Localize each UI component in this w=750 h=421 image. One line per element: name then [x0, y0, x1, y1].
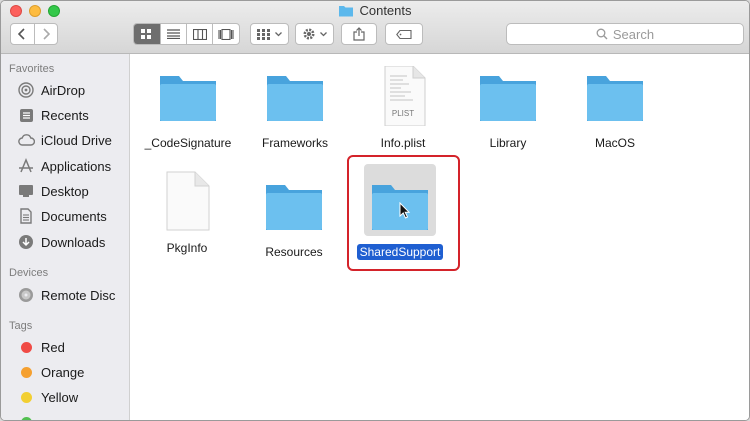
sidebar-item-label: Remote Disc: [41, 287, 116, 303]
sidebar-item-label: AirDrop: [41, 82, 86, 98]
devices-header: Devices: [9, 267, 49, 279]
navigation-buttons: [10, 23, 58, 45]
forward-button[interactable]: [35, 24, 57, 44]
sidebar-item-label: iCloud Drive: [41, 132, 112, 148]
sidebar-item-applications[interactable]: Applications: [17, 156, 111, 176]
cloud-icon: [17, 131, 35, 149]
sidebar-item-label: Desktop: [41, 183, 89, 199]
back-button[interactable]: [11, 24, 35, 44]
finder-window: Contents Search Favorites AirDrop Recent…: [0, 0, 750, 421]
window-title: Contents: [1, 3, 749, 20]
chevron-down-icon: [320, 31, 327, 36]
sidebar-item-label: Orange: [41, 364, 85, 380]
file-name: Resources: [265, 245, 323, 259]
sidebar-item-tag-yellow[interactable]: Yellow: [17, 387, 78, 407]
orange-tag-dot-icon: [21, 366, 32, 378]
tag-icon: [396, 29, 412, 39]
folder-icon: [160, 76, 216, 121]
sidebar-item-tag-orange[interactable]: Orange: [17, 362, 84, 382]
arrange-grid-icon: [257, 28, 270, 40]
chevron-down-icon: [275, 31, 282, 36]
red-tag-dot-icon: [21, 341, 32, 353]
view-mode-selector: [133, 23, 240, 45]
green-tag-dot-icon: [21, 416, 32, 420]
chevron-right-icon: [43, 28, 50, 40]
sidebar-item-documents[interactable]: Documents: [17, 206, 107, 226]
file-name: MacOS: [594, 136, 635, 150]
file-name: PkgInfo: [166, 241, 208, 255]
sidebar-item-remote-disc[interactable]: Remote Disc: [17, 285, 115, 305]
share-button[interactable]: [341, 23, 377, 45]
documents-icon: [17, 207, 35, 225]
toolbar: Contents Search: [1, 1, 749, 54]
search-placeholder: Search: [612, 26, 655, 42]
file-name: SharedSupport: [340, 244, 460, 260]
sidebar-item-icloud-drive[interactable]: iCloud Drive: [17, 130, 112, 150]
sidebar-item-label: Recents: [41, 107, 89, 123]
favorites-header: Favorites: [9, 63, 55, 75]
sidebar-item-label: Yellow: [41, 389, 79, 405]
file-name-selected: SharedSupport: [356, 244, 444, 260]
edit-tags-button[interactable]: [385, 23, 423, 45]
gallery-icon: [218, 28, 234, 40]
share-icon: [353, 27, 365, 41]
sidebar-item-tag-green[interactable]: [17, 412, 41, 420]
action-button[interactable]: [295, 23, 334, 45]
arrange-button[interactable]: [250, 23, 289, 45]
folder-icon: [587, 76, 643, 121]
folder-icon: [266, 185, 322, 230]
tags-header: Tags: [9, 320, 33, 332]
file-name: Info.plist: [380, 136, 426, 150]
search-field[interactable]: Search: [506, 23, 744, 45]
file-name: _CodeSignature: [144, 136, 232, 150]
folder-icon: [267, 76, 323, 121]
desktop-icon: [17, 182, 35, 200]
disc-icon: [17, 286, 35, 304]
sidebar-item-label: Downloads: [41, 234, 106, 250]
sidebar-item-label: Red: [41, 339, 65, 355]
sidebar-item-recents[interactable]: Recents: [17, 105, 89, 125]
file-name: Frameworks: [261, 136, 328, 150]
plist-badge: PLIST: [391, 109, 415, 118]
sidebar-item-label: Documents: [41, 208, 107, 224]
document-icon: [166, 171, 210, 231]
list-view-button[interactable]: [161, 24, 187, 44]
columns-icon: [192, 28, 207, 40]
chevron-left-icon: [18, 28, 26, 40]
applications-icon: [17, 157, 35, 175]
folder-icon: [338, 4, 354, 20]
search-icon: [596, 28, 608, 40]
gallery-view-button[interactable]: [213, 24, 239, 44]
file-name: Library: [489, 136, 527, 150]
airdrop-icon: [17, 81, 35, 99]
sidebar-item-label: Applications: [41, 158, 112, 174]
folder-icon: [480, 76, 536, 121]
sidebar-item-airdrop[interactable]: AirDrop: [17, 80, 85, 100]
sidebar-item-desktop[interactable]: Desktop: [17, 181, 89, 201]
sidebar: Favorites AirDrop Recents iCloud Drive A…: [1, 54, 130, 420]
sidebar-item-downloads[interactable]: Downloads: [17, 232, 105, 252]
gear-icon: [303, 28, 315, 40]
grid-icon: [141, 28, 152, 39]
yellow-tag-dot-icon: [21, 391, 32, 403]
recents-icon: [17, 106, 35, 124]
icon-view-button[interactable]: [134, 24, 161, 44]
file-browser: _CodeSignature Frameworks PLIST Info.pli…: [130, 54, 749, 420]
window-title-text: Contents: [359, 3, 412, 18]
downloads-icon: [17, 233, 35, 251]
list-icon: [166, 29, 180, 39]
mouse-cursor-icon: [399, 202, 411, 219]
column-view-button[interactable]: [187, 24, 214, 44]
sidebar-item-tag-red[interactable]: Red: [17, 337, 65, 357]
